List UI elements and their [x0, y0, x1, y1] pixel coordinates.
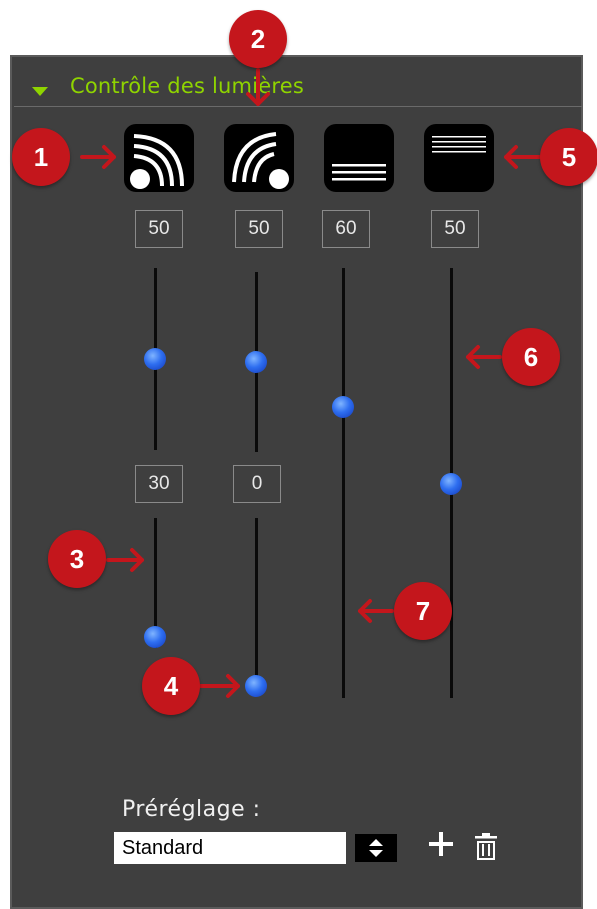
- callout-5: 5: [540, 128, 597, 186]
- up-down-arrows-icon: [369, 839, 383, 857]
- add-preset-button[interactable]: [428, 831, 454, 861]
- plus-icon: [429, 832, 453, 856]
- callout-3: 3: [48, 530, 106, 588]
- preset-spinner[interactable]: [355, 834, 397, 862]
- preset-label: Préréglage :: [122, 797, 261, 822]
- delete-preset-button[interactable]: [474, 832, 498, 867]
- callout-2: 2: [229, 10, 287, 68]
- callout-4: 4: [142, 657, 200, 715]
- trash-icon: [475, 833, 497, 860]
- callout-1: 1: [12, 128, 70, 186]
- callout-arrows: [80, 68, 544, 698]
- callout-7: 7: [394, 582, 452, 640]
- callout-6: 6: [502, 328, 560, 386]
- preset-select[interactable]: Standard: [114, 832, 346, 864]
